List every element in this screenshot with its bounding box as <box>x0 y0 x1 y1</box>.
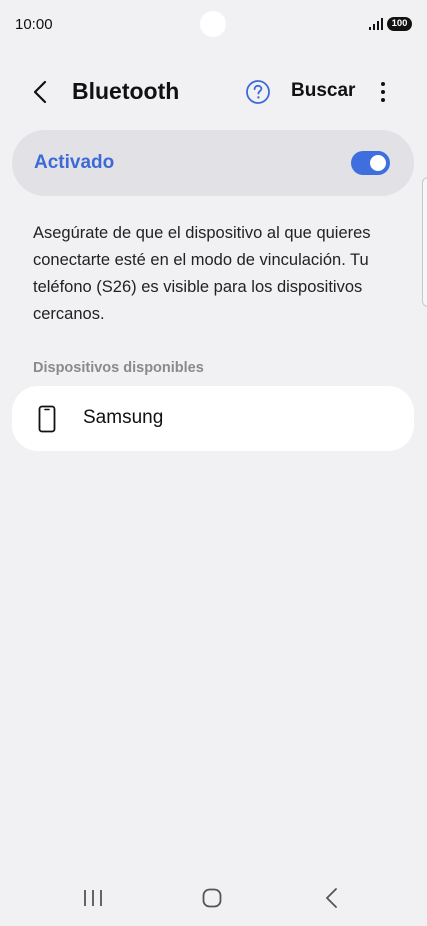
search-button[interactable]: Buscar <box>291 80 355 102</box>
device-list-item[interactable]: Samsung <box>12 386 414 451</box>
app-header: Bluetooth Buscar <box>0 70 427 114</box>
home-icon[interactable] <box>202 888 222 908</box>
bluetooth-toggle[interactable] <box>351 151 390 175</box>
battery-icon: 100 <box>387 17 412 31</box>
edge-panel-handle[interactable] <box>422 177 427 307</box>
status-time: 10:00 <box>15 16 53 33</box>
page-title: Bluetooth <box>72 78 180 104</box>
back-icon[interactable] <box>28 79 54 105</box>
status-bar: 10:00 100 <box>0 0 427 50</box>
help-icon[interactable] <box>245 79 271 105</box>
battery-level: 100 <box>391 18 408 29</box>
signal-icon <box>369 18 383 30</box>
phone-icon <box>38 405 56 433</box>
more-options-icon[interactable] <box>375 79 391 105</box>
available-devices-header: Dispositivos disponibles <box>33 360 204 376</box>
recent-apps-icon[interactable] <box>82 888 104 908</box>
switch-label: Activado <box>34 152 115 173</box>
navigation-bar <box>0 870 427 926</box>
bluetooth-master-switch[interactable]: Activado <box>12 130 414 196</box>
visibility-description: Asegúrate de que el dispositivo al que q… <box>33 224 371 323</box>
device-name: Samsung <box>83 407 164 428</box>
back-icon[interactable] <box>322 887 342 909</box>
toggle-knob <box>370 155 386 171</box>
camera-cutout <box>200 11 226 37</box>
